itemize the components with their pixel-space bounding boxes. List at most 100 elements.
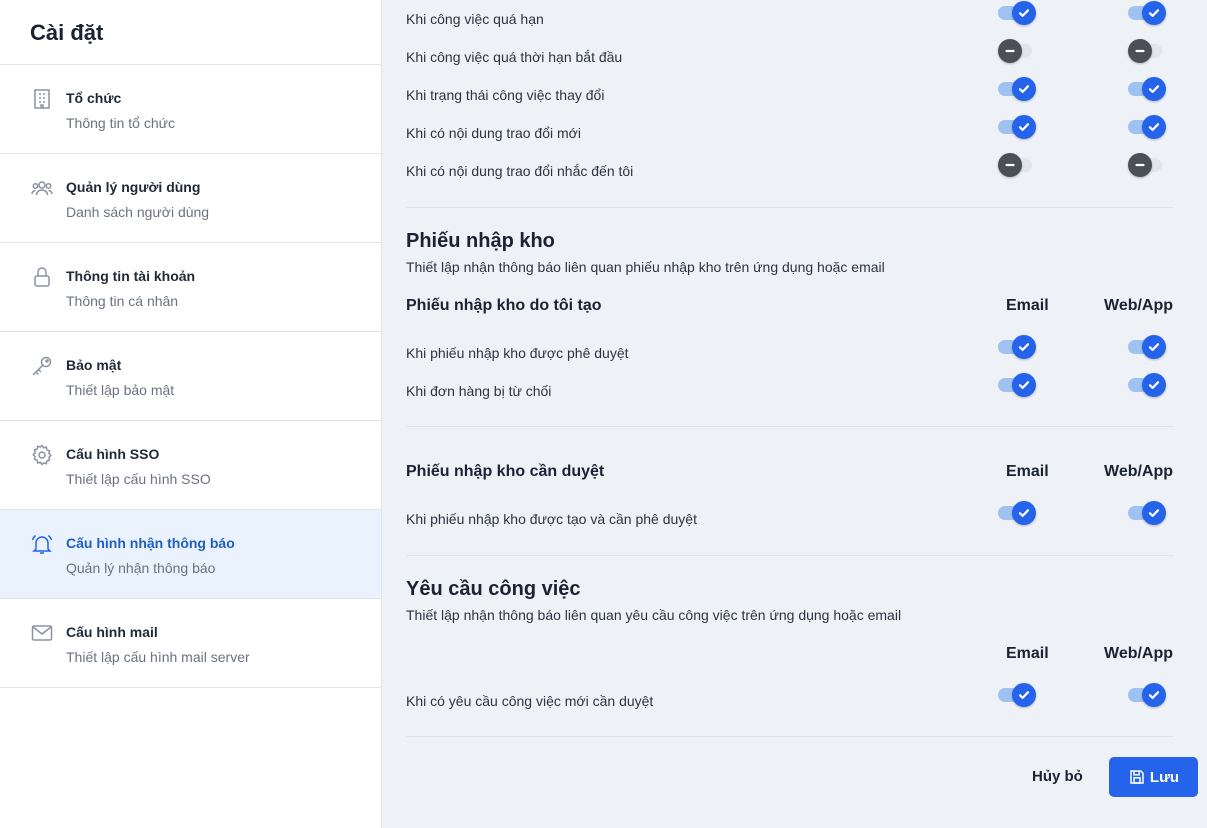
setting-row: Khi trạng thái công việc thay đổi [406, 77, 1174, 115]
sidebar-item-users[interactable]: Quản lý người dùng Danh sách người dùng [0, 154, 381, 243]
section-divider [406, 207, 1174, 208]
sidebar-item-subtitle: Thiết lập cấu hình mail server [66, 649, 250, 665]
section-title-warehouse: Phiếu nhập kho [406, 230, 555, 252]
minus-icon [998, 153, 1022, 177]
check-icon [1012, 1, 1036, 25]
cancel-button[interactable]: Hủy bỏ [1032, 768, 1083, 785]
check-icon [1142, 77, 1166, 101]
sidebar-item-label: Bảo mật [66, 357, 122, 373]
check-icon [1012, 77, 1036, 101]
section-description: Thiết lập nhận thông báo liên quan yêu c… [406, 607, 902, 623]
setting-row: Khi đơn hàng bị từ chối [406, 373, 1174, 411]
page-title: Cài đặt [0, 0, 381, 65]
column-header-email: Email [1006, 463, 1049, 480]
setting-row-label: Khi đơn hàng bị từ chối [406, 383, 552, 399]
check-icon [1142, 501, 1166, 525]
key-icon [30, 354, 54, 378]
setting-row-label: Khi công việc quá hạn [406, 11, 544, 27]
email-toggle[interactable] [998, 1, 1036, 25]
sidebar-item-label: Cấu hình nhận thông báo [66, 535, 235, 551]
save-icon [1128, 768, 1146, 786]
sidebar-item-label: Quản lý người dùng [66, 179, 201, 195]
email-toggle[interactable] [998, 39, 1036, 63]
email-toggle[interactable] [998, 77, 1036, 101]
sidebar-item-label: Tổ chức [66, 90, 122, 106]
setting-row: Khi phiếu nhập kho được phê duyệt [406, 335, 1174, 373]
web-app-toggle[interactable] [1128, 335, 1166, 359]
email-toggle[interactable] [998, 335, 1036, 359]
email-toggle[interactable] [998, 115, 1036, 139]
check-icon [1142, 373, 1166, 397]
check-icon [1012, 115, 1036, 139]
sidebar-item-label: Cấu hình SSO [66, 446, 160, 462]
email-toggle[interactable] [998, 683, 1036, 707]
web-app-toggle[interactable] [1128, 153, 1166, 177]
building-icon [30, 87, 54, 111]
sidebar-item-label: Thông tin tài khoản [66, 268, 196, 284]
sidebar-item-mail[interactable]: Cấu hình mail Thiết lập cấu hình mail se… [0, 599, 381, 688]
notification-settings-panel: Khi công việc quá hạn Khi công việc quá … [382, 0, 1207, 828]
mail-icon [30, 621, 54, 645]
column-header-email: Email [1006, 297, 1049, 314]
section-description: Thiết lập nhận thông báo liên quan phiếu… [406, 259, 885, 275]
check-icon [1012, 501, 1036, 525]
lock-icon [30, 265, 54, 289]
setting-row: Khi công việc quá thời hạn bắt đầu [406, 39, 1174, 77]
web-app-toggle[interactable] [1128, 683, 1166, 707]
setting-row: Khi có yêu cầu công việc mới cần duyệt [406, 683, 1174, 721]
email-toggle[interactable] [998, 153, 1036, 177]
setting-row-label: Khi có yêu cầu công việc mới cần duyệt [406, 693, 654, 709]
check-icon [1142, 1, 1166, 25]
section-title-work-request: Yêu cầu công việc [406, 578, 581, 600]
web-app-toggle[interactable] [1128, 77, 1166, 101]
web-app-toggle[interactable] [1128, 373, 1166, 397]
setting-row: Khi công việc quá hạn [406, 1, 1174, 39]
check-icon [1142, 115, 1166, 139]
setting-row: Khi có nội dung trao đổi mới [406, 115, 1174, 153]
sidebar-item-organization[interactable]: Tổ chức Thông tin tổ chức [0, 65, 381, 154]
column-header-web-app: Web/App [1104, 463, 1174, 480]
sidebar-item-sso[interactable]: Cấu hình SSO Thiết lập cấu hình SSO [0, 421, 381, 510]
sidebar-item-notifications[interactable]: Cấu hình nhận thông báo Quản lý nhận thô… [0, 510, 381, 599]
sidebar-item-account[interactable]: Thông tin tài khoản Thông tin cá nhân [0, 243, 381, 332]
column-header-email: Email [1006, 645, 1049, 662]
sidebar-item-subtitle: Thiết lập bảo mật [66, 382, 175, 398]
settings-content: Khi công việc quá hạn Khi công việc quá … [406, 0, 1198, 828]
save-button[interactable]: Lưu [1109, 757, 1198, 797]
email-toggle[interactable] [998, 373, 1036, 397]
column-header-web-app: Web/App [1104, 645, 1174, 662]
setting-row: Khi phiếu nhập kho được tạo và cần phê d… [406, 501, 1174, 539]
sidebar: Cài đặt Tổ chức Thông tin tổ chức Quản l… [0, 0, 382, 828]
sidebar-item-subtitle: Thông tin tổ chức [66, 115, 175, 131]
check-icon [1142, 335, 1166, 359]
check-icon [1012, 683, 1036, 707]
sidebar-item-subtitle: Danh sách người dùng [66, 204, 210, 220]
gear-icon [30, 443, 54, 467]
setting-row-label: Khi trạng thái công việc thay đổi [406, 87, 605, 103]
email-toggle[interactable] [998, 501, 1036, 525]
check-icon [1012, 335, 1036, 359]
sidebar-item-subtitle: Thiết lập cấu hình SSO [66, 471, 211, 487]
setting-row-label: Khi phiếu nhập kho được phê duyệt [406, 345, 629, 361]
section-divider [406, 736, 1174, 737]
sidebar-item-subtitle: Thông tin cá nhân [66, 293, 179, 309]
web-app-toggle[interactable] [1128, 1, 1166, 25]
minus-icon [998, 39, 1022, 63]
bell-icon [30, 532, 54, 556]
group-title: Phiếu nhập kho cần duyệt [406, 463, 605, 480]
web-app-toggle[interactable] [1128, 501, 1166, 525]
setting-row-label: Khi phiếu nhập kho được tạo và cần phê d… [406, 511, 697, 527]
setting-row-label: Khi có nội dung trao đổi nhắc đến tôi [406, 163, 634, 179]
sidebar-item-label: Cấu hình mail [66, 624, 158, 640]
section-divider [406, 555, 1174, 556]
check-icon [1012, 373, 1036, 397]
check-icon [1142, 683, 1166, 707]
users-icon [30, 176, 54, 200]
web-app-toggle[interactable] [1128, 39, 1166, 63]
sidebar-item-subtitle: Quản lý nhận thông báo [66, 560, 216, 576]
section-divider [406, 426, 1174, 427]
web-app-toggle[interactable] [1128, 115, 1166, 139]
minus-icon [1128, 39, 1152, 63]
column-header-web-app: Web/App [1104, 297, 1174, 314]
sidebar-item-security[interactable]: Bảo mật Thiết lập bảo mật [0, 332, 381, 421]
